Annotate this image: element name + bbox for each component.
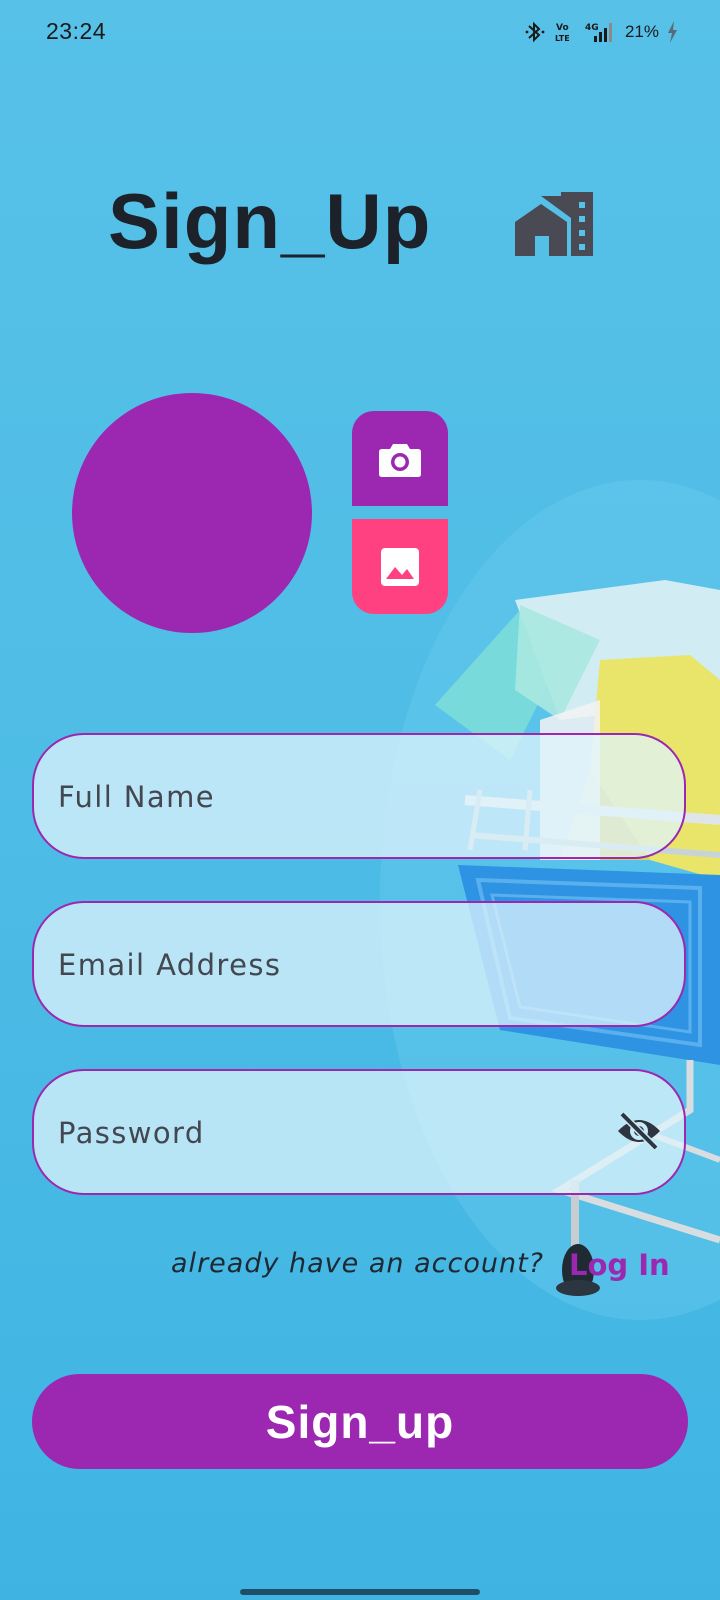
full-name-input[interactable] [56, 735, 620, 859]
login-row: already have an account? Log In [0, 1248, 720, 1284]
svg-text:Vo: Vo [556, 23, 569, 33]
email-input[interactable] [56, 903, 620, 1027]
status-bar: 23:24 Vo LTE 4G 21% [0, 0, 720, 64]
profile-avatar[interactable] [72, 393, 312, 633]
visibility-off-icon[interactable] [616, 1111, 662, 1151]
signal-4g-icon: 4G [585, 23, 612, 42]
login-prompt: already have an account? [171, 1248, 544, 1279]
battery-percentage: 21% [624, 22, 659, 41]
home-icon[interactable] [515, 192, 593, 256]
full-name-field[interactable] [32, 733, 686, 859]
image-icon [381, 547, 419, 586]
login-link[interactable]: Log In [569, 1248, 670, 1282]
bluetooth-icon [525, 21, 545, 43]
gallery-button[interactable] [352, 519, 448, 614]
svg-text:LTE: LTE [555, 34, 570, 43]
navigation-handle[interactable] [240, 1589, 480, 1595]
password-field[interactable] [32, 1069, 686, 1195]
svg-text:4G: 4G [585, 23, 599, 33]
password-input[interactable] [56, 1071, 620, 1195]
camera-icon [379, 443, 421, 477]
camera-button[interactable] [352, 411, 448, 506]
status-icons: Vo LTE 4G 21% [524, 19, 678, 45]
email-field[interactable] [32, 901, 686, 1027]
signup-button[interactable]: Sign_up [32, 1374, 688, 1469]
page-title: Sign_Up [108, 177, 432, 265]
battery-charging-icon [668, 21, 677, 43]
status-time: 23:24 [46, 18, 107, 44]
volte-icon: Vo LTE [555, 23, 570, 43]
